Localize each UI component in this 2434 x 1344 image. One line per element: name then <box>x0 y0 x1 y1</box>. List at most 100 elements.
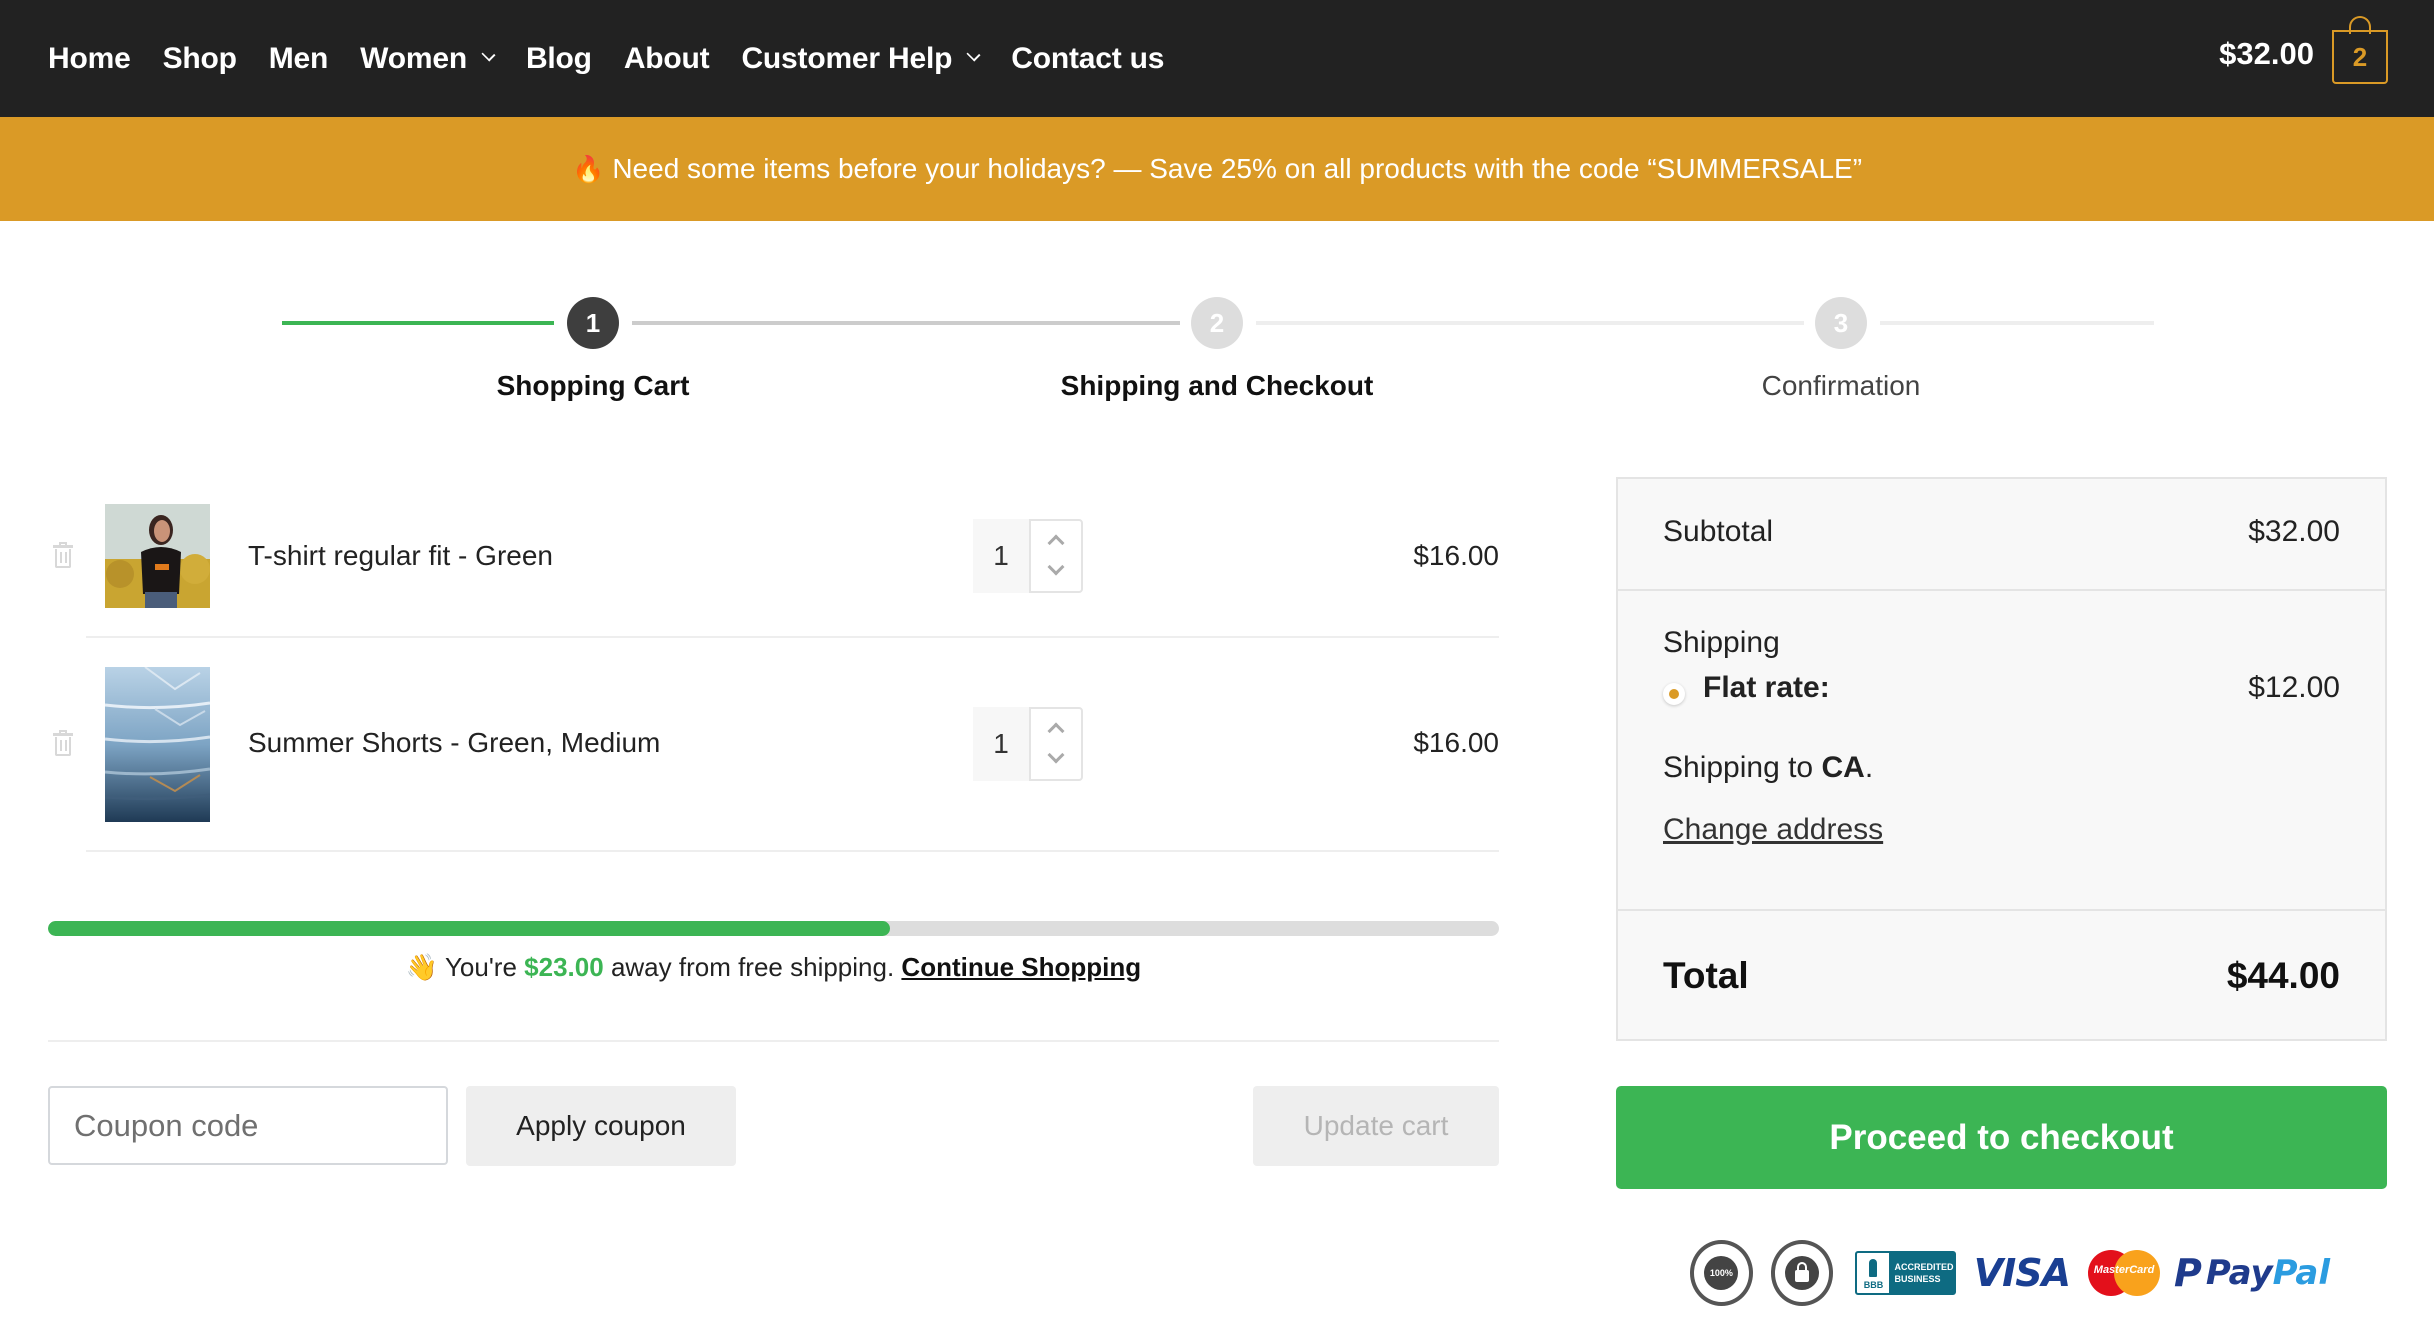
bbb-logo-text: BBB <box>1863 1280 1884 1290</box>
subtotal-value: $32.00 <box>2248 515 2340 548</box>
shipping-destination: Shipping to CA. <box>1663 751 1873 785</box>
continue-shopping-link[interactable]: Continue Shopping <box>901 952 1141 982</box>
free-shipping-suffix: away from free shipping. <box>610 952 895 982</box>
product-thumbnail-tshirt[interactable] <box>105 504 210 608</box>
nav-link-label: Contact us <box>1011 41 1165 75</box>
line-item-price: $16.00 <box>1413 540 1499 571</box>
waving-hand-icon: 👋 <box>405 952 439 982</box>
line-item-price: $16.00 <box>1413 727 1499 758</box>
product-name-link[interactable]: T-shirt regular fit - Green <box>248 540 553 572</box>
step-3-label: Confirmation <box>1761 370 1921 401</box>
proceed-to-checkout-button[interactable]: Proceed to checkout <box>1616 1086 2387 1189</box>
nav-link-label: Customer Help <box>741 41 953 75</box>
coupon-code-input[interactable] <box>48 1086 448 1165</box>
chevron-down-icon[interactable] <box>1047 746 1065 764</box>
step-1-circle: 1 <box>567 297 619 349</box>
free-shipping-amount: $23.00 <box>524 952 604 982</box>
shipping-row: Shipping Flat rate: $12.00 Shipping to C… <box>1618 591 2385 909</box>
step-number: 1 <box>585 307 601 338</box>
chevron-down-icon[interactable] <box>1047 558 1065 576</box>
shipping-to-suffix: . <box>1864 751 1874 784</box>
shipping-method-radio[interactable] <box>1663 683 1685 705</box>
total-label: Total <box>1663 955 1749 996</box>
apply-coupon-button[interactable]: Apply coupon <box>466 1086 736 1166</box>
promo-text: Need some items before your holidays? — … <box>612 153 1863 184</box>
fire-icon: 🔥 <box>571 153 605 184</box>
product-thumbnail-shorts[interactable] <box>105 667 210 822</box>
update-cart-button[interactable]: Update cart <box>1253 1086 1499 1166</box>
bag-handle <box>2349 16 2371 34</box>
cart-count-badge: 2 <box>2352 41 2368 72</box>
paypal-p-glyph: P <box>2173 1251 2202 1295</box>
nav-link-label: Shop <box>162 41 237 75</box>
bbb-accredited-badge-icon: BBB ACCREDITED BUSINESS <box>1855 1251 1956 1295</box>
bbb-line2: BUSINESS <box>1894 1274 1941 1284</box>
shipping-cost: $12.00 <box>2248 671 2340 704</box>
shipping-label: Shipping <box>1663 626 1780 659</box>
secure-ordering-badge-icon <box>1770 1240 1834 1306</box>
step-1-label: Shopping Cart <box>496 370 690 401</box>
stacked-denim-photo <box>105 667 210 822</box>
nav-link-label: Home <box>48 41 131 75</box>
progress-fill <box>48 921 890 936</box>
shipping-region: CA <box>1821 751 1865 784</box>
chevron-up-icon[interactable] <box>1047 534 1065 552</box>
bbb-line1: ACCREDITED <box>1894 1262 1954 1272</box>
total-row: Total $44.00 <box>1618 911 2385 1039</box>
trash-icon[interactable] <box>53 730 73 756</box>
nav-link-label: Women <box>360 41 467 75</box>
nav-link-shop[interactable]: Shop <box>163 42 237 76</box>
visa-logo-icon: VISA <box>1973 1251 2071 1295</box>
step-line-segment <box>1256 321 1804 325</box>
nav-link-label: Men <box>268 41 329 75</box>
nav-link-contact-us[interactable]: Contact us <box>1011 42 1164 76</box>
chevron-down-icon <box>966 47 981 62</box>
subtotal-row: Subtotal $32.00 <box>1618 479 2385 589</box>
cart-totals-box: Subtotal $32.00 Shipping Flat rate: $12.… <box>1616 477 2387 1041</box>
chevron-up-icon[interactable] <box>1047 722 1065 740</box>
quantity-input[interactable]: 1 <box>973 519 1029 593</box>
quantity-spin-buttons[interactable] <box>1029 519 1083 593</box>
nav-link-blog[interactable]: Blog <box>526 42 592 76</box>
nav-link-women[interactable]: Women <box>360 41 496 76</box>
change-address-link[interactable]: Change address <box>1663 813 1883 847</box>
woman-in-black-tshirt-photo <box>105 504 210 608</box>
total-value: $44.00 <box>2226 955 2340 996</box>
step-number: 2 <box>1209 307 1225 338</box>
product-name-link[interactable]: Summer Shorts - Green, Medium <box>248 727 660 759</box>
nav-link-customer-help[interactable]: Customer Help <box>741 41 981 76</box>
quantity-stepper[interactable]: 1 <box>973 519 1083 593</box>
nav-link-men[interactable]: Men <box>268 41 329 76</box>
step-number: 3 <box>1833 307 1849 338</box>
step-3-circle: 3 <box>1815 297 1867 349</box>
quantity-stepper[interactable]: 1 <box>973 707 1083 781</box>
shipping-method-label[interactable]: Flat rate: <box>1703 671 1830 705</box>
satisfaction-guaranteed-badge-icon: 100% <box>1690 1240 1753 1306</box>
shipping-to-prefix: Shipping to <box>1663 751 1814 784</box>
quantity-input[interactable]: 1 <box>973 707 1029 781</box>
nav-link-home[interactable]: Home <box>48 42 131 76</box>
shopping-bag-icon[interactable]: 2 <box>2332 16 2388 84</box>
lock-icon <box>1795 1261 1810 1282</box>
subtotal-label: Subtotal <box>1663 515 1774 548</box>
promo-banner: 🔥 Need some items before your holidays? … <box>0 117 2434 221</box>
chevron-down-icon <box>481 47 496 62</box>
trash-icon[interactable] <box>53 542 73 568</box>
paypal-pal: Pal <box>2272 1253 2330 1293</box>
step-2-circle: 2 <box>1191 297 1243 349</box>
free-shipping-message: 👋 You're $23.00 away from free shipping.… <box>48 952 1499 983</box>
checkout-progress-steps: 1 2 3 Shopping Cart Shipping and Checkou… <box>0 280 2434 420</box>
mastercard-text: MasterCard <box>2093 1264 2155 1276</box>
section-divider <box>48 1040 1499 1042</box>
step-line-segment <box>1880 321 2154 325</box>
nav-link-label: Blog <box>525 41 592 75</box>
nav-link-about[interactable]: About <box>624 42 710 76</box>
quantity-spin-buttons[interactable] <box>1029 707 1083 781</box>
paypal-pay: Pay <box>2205 1253 2273 1293</box>
satisfaction-percent: 100% <box>1704 1256 1739 1290</box>
step-line-segment <box>632 321 1180 325</box>
nav-menu: Home Shop Men Women Blog About Customer … <box>48 0 1196 117</box>
row-divider <box>86 636 1499 638</box>
header-cart-total[interactable]: $32.00 <box>2219 36 2314 72</box>
step-line-completed <box>282 321 554 325</box>
